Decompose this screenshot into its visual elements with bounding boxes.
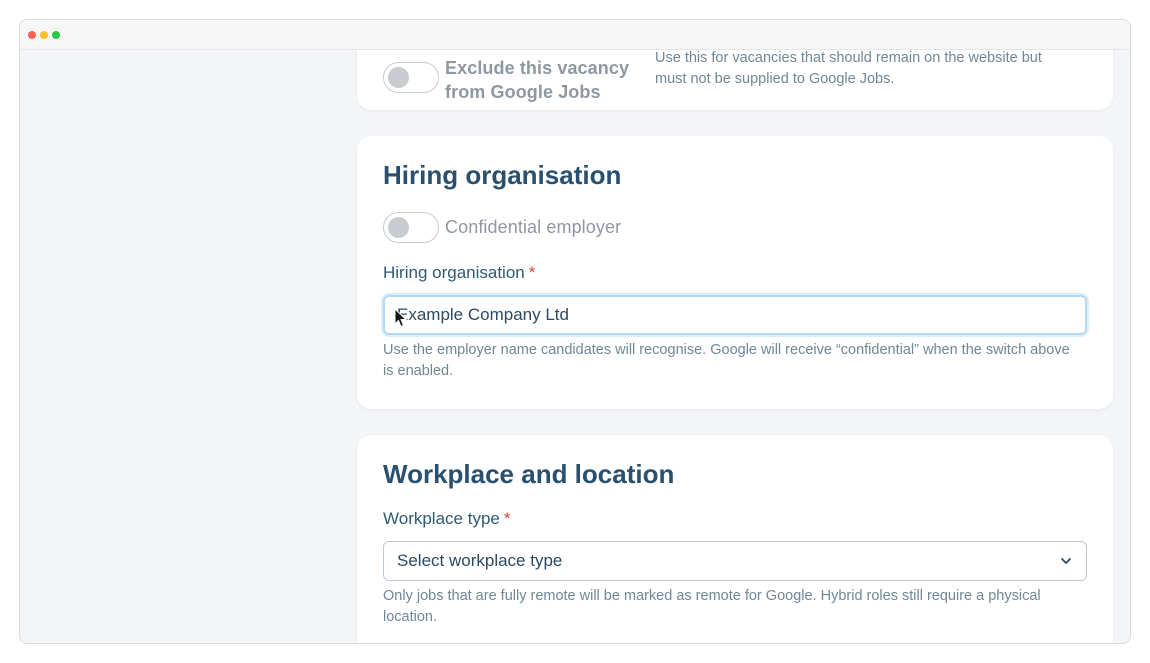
exclude-google-jobs-toggle[interactable]	[383, 62, 439, 93]
exclude-google-jobs-help: Use this for vacancies that should remai…	[655, 50, 1042, 87]
workplace-type-select[interactable]: Select workplace type	[383, 541, 1087, 581]
confidential-employer-toggle[interactable]	[383, 212, 439, 243]
mouse-pointer-icon	[394, 308, 408, 328]
workplace-type-label: Workplace type *	[383, 509, 510, 529]
workplace-location-card: Workplace and location Workplace type * S…	[357, 435, 1113, 643]
required-marker: *	[503, 509, 511, 528]
chevron-down-icon	[1061, 558, 1071, 564]
workplace-type-help: Only jobs that are fully remote will be …	[383, 588, 1041, 625]
workplace-type-label-text: Workplace type	[383, 509, 500, 528]
hiring-organisation-label: Hiring organisation *	[383, 263, 535, 283]
close-window-button[interactable]	[28, 31, 36, 39]
hiring-organisation-help: Use the employer name candidates will re…	[383, 342, 1070, 379]
workplace-type-select-value: Select workplace type	[397, 551, 563, 570]
toggle-knob	[388, 217, 409, 238]
exclude-google-jobs-label: Exclude this vacancy from Google Jobs	[445, 58, 630, 102]
maximize-window-button[interactable]	[52, 31, 60, 39]
browser-window: Exclude this vacancy from Google Jobs Us…	[19, 19, 1131, 644]
window-titlebar	[20, 20, 1130, 50]
required-marker: *	[528, 263, 536, 282]
page-viewport: Exclude this vacancy from Google Jobs Us…	[20, 50, 1130, 643]
workplace-location-title: Workplace and location	[383, 459, 675, 489]
toggle-knob	[388, 67, 409, 88]
google-jobs-card: Exclude this vacancy from Google Jobs Us…	[357, 50, 1113, 110]
hiring-organisation-label-text: Hiring organisation	[383, 263, 525, 282]
hiring-organisation-input[interactable]	[383, 295, 1087, 335]
hiring-organisation-title: Hiring organisation	[383, 160, 622, 190]
minimize-window-button[interactable]	[40, 31, 48, 39]
confidential-employer-label: Confidential employer	[445, 217, 622, 237]
hiring-organisation-card: Hiring organisation Confidential employe…	[357, 136, 1113, 409]
